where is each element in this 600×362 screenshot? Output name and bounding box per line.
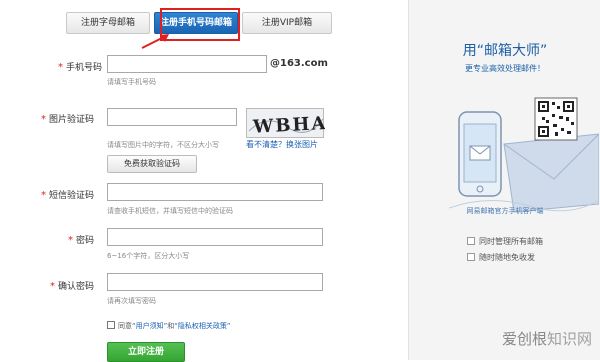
agree-checkbox[interactable] bbox=[107, 321, 115, 329]
check-icon bbox=[467, 252, 475, 261]
highlight-arrow-icon bbox=[141, 34, 169, 49]
sms-hint: 请查收手机短信，并填写短信中的验证码 bbox=[107, 207, 233, 215]
promo-panel: 用“邮箱大师” 更专业高效处理邮件！ 网易邮箱官方手机客户端 同时管理所有邮箱 … bbox=[408, 0, 600, 360]
tab-vip-email[interactable]: 注册VIP邮箱 bbox=[242, 12, 332, 34]
confirm-password-hint: 请再次填写密码 bbox=[107, 297, 156, 305]
watermark: 爱创根知识网 bbox=[501, 330, 592, 348]
password-hint: 6~16个字符，区分大小写 bbox=[107, 252, 190, 260]
phone-input[interactable] bbox=[107, 55, 267, 73]
captcha-input[interactable] bbox=[107, 108, 237, 126]
promo-title: 用“邮箱大师” bbox=[462, 43, 548, 59]
feature-item: 随时随地免收发 bbox=[467, 252, 535, 263]
password-input[interactable] bbox=[107, 228, 323, 246]
feature-item: 同时管理所有邮箱 bbox=[467, 236, 543, 247]
phone-hint: 请填写手机号码 bbox=[107, 78, 156, 86]
password-label: * 密码 bbox=[67, 235, 94, 246]
phone-illustration-icon[interactable] bbox=[449, 84, 599, 216]
captcha-text: WBHA bbox=[252, 113, 325, 138]
sms-label: * 短信验证码 bbox=[40, 190, 94, 201]
captcha-hint: 请填写图片中的字符，不区分大小写 bbox=[107, 141, 219, 149]
captcha-label: * 图片验证码 bbox=[40, 114, 94, 125]
register-button[interactable]: 立即注册 bbox=[107, 342, 185, 362]
privacy-policy-link[interactable]: “隐私权相关政策” bbox=[174, 322, 230, 330]
get-captcha-button[interactable]: 免费获取验证码 bbox=[107, 155, 197, 173]
sms-code-input[interactable] bbox=[107, 183, 323, 201]
refresh-captcha-link[interactable]: 看不清楚？换张图片 bbox=[246, 139, 318, 150]
promo-subtitle: 更专业高效处理邮件！ bbox=[465, 64, 545, 73]
check-icon bbox=[467, 236, 475, 245]
agree-prefix: 同意 bbox=[118, 322, 132, 330]
agreement-row: 同意“用户须知”和“隐私权相关政策” bbox=[107, 321, 231, 331]
captcha-image[interactable]: WBHA bbox=[246, 108, 328, 138]
user-terms-link[interactable]: “用户须知” bbox=[132, 322, 167, 330]
client-label: 网易邮箱官方手机客户端 bbox=[466, 207, 544, 215]
confirm-password-label: * 确认密码 bbox=[49, 281, 94, 292]
confirm-password-input[interactable] bbox=[107, 273, 323, 291]
tab-letter-email[interactable]: 注册字母邮箱 bbox=[66, 12, 150, 34]
highlight-box bbox=[160, 8, 240, 41]
registration-panel: 注册字母邮箱 注册手机号码邮箱 注册VIP邮箱 * 手机号码 @163.com 请… bbox=[0, 0, 408, 362]
email-domain-suffix: @163.com bbox=[270, 58, 328, 69]
phone-label: * 手机号码 bbox=[57, 62, 102, 73]
